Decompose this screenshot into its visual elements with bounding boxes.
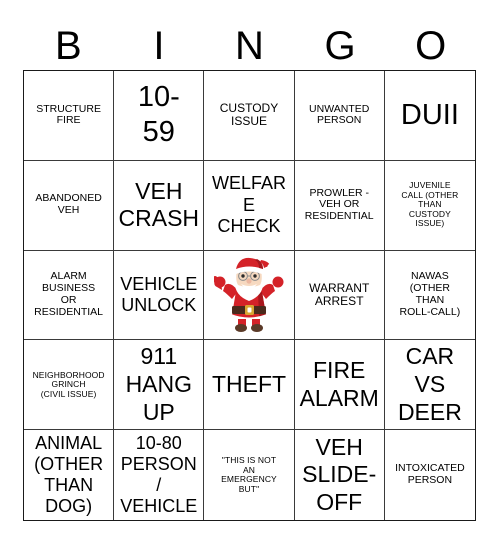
bingo-cell-label: WELFARE CHECK: [211, 173, 286, 236]
bingo-cell-b5[interactable]: ANIMAL (OTHER THAN DOG): [24, 430, 115, 520]
bingo-cell-label: ANIMAL (OTHER THAN DOG): [34, 432, 104, 517]
bingo-cell-label: CAR VS DEER: [397, 343, 462, 425]
bingo-grid: STRUCTURE FIRE 10- 59 CUSTODY ISSUE UNWA…: [23, 70, 476, 521]
bingo-cell-n1[interactable]: CUSTODY ISSUE: [204, 71, 295, 161]
bingo-cell-i4[interactable]: 911 HANG UP: [114, 340, 205, 431]
bingo-cell-b2[interactable]: ABANDONED VEH: [24, 160, 115, 251]
bingo-cell-g4[interactable]: FIRE ALARM: [294, 340, 385, 431]
bingo-cell-i3[interactable]: VEHICLE UNLOCK: [114, 250, 205, 341]
bingo-cell-label: DUII: [400, 98, 459, 131]
header-letter-g: G: [324, 24, 356, 68]
bingo-cell-i2[interactable]: VEH CRASH: [114, 160, 205, 251]
bingo-cell-n4[interactable]: THEFT: [204, 340, 295, 431]
bingo-cell-n5[interactable]: "THIS IS NOT AN EMERGENCY BUT": [204, 430, 295, 520]
bingo-cell-o5[interactable]: INTOXICATED PERSON: [385, 430, 475, 520]
bingo-cell-free-space[interactable]: [204, 250, 295, 341]
bingo-cell-o1[interactable]: DUII: [384, 71, 475, 161]
bingo-card: B I N G O STRUCTURE FIRE 10- 59 CUSTODY …: [0, 0, 500, 544]
bingo-cell-label: 10-80 PERSON / VEHICLE: [120, 432, 198, 517]
bingo-cell-label: CUSTODY ISSUE: [219, 100, 279, 129]
bingo-cell-label: UNWANTED PERSON: [309, 102, 370, 127]
header-letter-n: N: [235, 24, 264, 68]
bingo-cell-i5[interactable]: 10-80 PERSON / VEHICLE: [114, 430, 205, 520]
bingo-cell-label: VEH CRASH: [118, 177, 200, 232]
bingo-cell-label: WARRANT ARREST: [309, 280, 370, 308]
bingo-cell-label: THEFT: [211, 370, 287, 397]
bingo-cell-label: 911 HANG UP: [125, 343, 193, 425]
bingo-cell-label: FIRE ALARM: [299, 357, 379, 411]
bingo-cell-g1[interactable]: UNWANTED PERSON: [294, 71, 385, 161]
bingo-cell-label: ALARM BUSINESS OR RESIDENTIAL: [34, 270, 104, 318]
bingo-cell-label: ABANDONED VEH: [35, 192, 102, 217]
bingo-cell-label: PROWLER - VEH OR RESIDENTIAL: [304, 186, 374, 223]
header-letter-o: O: [415, 24, 447, 68]
bingo-cell-label: VEHICLE UNLOCK: [120, 273, 198, 315]
bingo-cell-o2[interactable]: JUVENILE CALL (OTHER THAN CUSTODY ISSUE): [384, 161, 475, 251]
bingo-cell-label: NAWAS (OTHER THAN ROLL-CALL): [399, 270, 461, 318]
bingo-cell-b4[interactable]: NEIGHBORHOOD GRINCH (CIVIL ISSUE): [24, 340, 115, 431]
bingo-cell-g3[interactable]: WARRANT ARREST: [294, 250, 385, 341]
bingo-cell-label: VEH SLIDE- OFF: [302, 433, 377, 515]
santa-claus-icon: [204, 251, 293, 340]
bingo-cell-o3[interactable]: NAWAS (OTHER THAN ROLL-CALL): [384, 251, 475, 341]
bingo-cell-label: JUVENILE CALL (OTHER THAN CUSTODY ISSUE): [401, 180, 459, 229]
bingo-cell-g2[interactable]: PROWLER - VEH OR RESIDENTIAL: [294, 160, 385, 251]
bingo-cell-label: INTOXICATED PERSON: [395, 462, 465, 487]
header-letter-i: I: [153, 24, 165, 68]
bingo-cell-label: "THIS IS NOT AN EMERGENCY BUT": [221, 455, 277, 494]
bingo-cell-label: NEIGHBORHOOD GRINCH (CIVIL ISSUE): [32, 369, 105, 399]
bingo-cell-b3[interactable]: ALARM BUSINESS OR RESIDENTIAL: [24, 250, 115, 341]
bingo-cell-n2[interactable]: WELFARE CHECK: [204, 160, 295, 251]
bingo-header: B I N G O: [23, 14, 476, 68]
bingo-cell-b1[interactable]: STRUCTURE FIRE: [24, 71, 115, 161]
bingo-cell-g5[interactable]: VEH SLIDE- OFF: [295, 430, 385, 520]
bingo-cell-label: STRUCTURE FIRE: [36, 102, 101, 127]
bingo-cell-label: 10- 59: [137, 81, 180, 149]
bingo-cell-i1[interactable]: 10- 59: [114, 71, 205, 161]
header-letter-b: B: [54, 24, 82, 68]
bingo-cell-o4[interactable]: CAR VS DEER: [384, 340, 475, 431]
